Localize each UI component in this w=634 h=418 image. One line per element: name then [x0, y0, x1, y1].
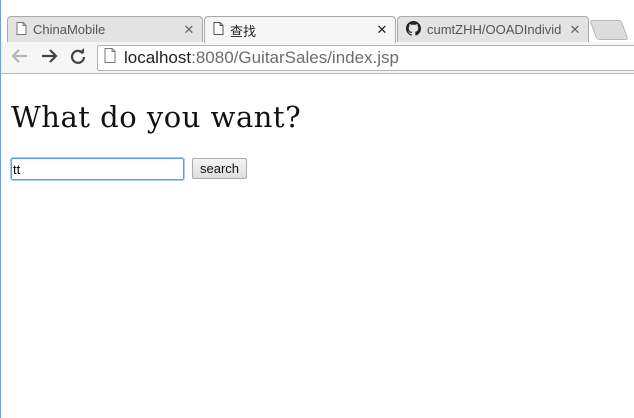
browser-toolbar: localhost:8080/GuitarSales/index.jsp: [1, 42, 634, 74]
tab-search[interactable]: 查找 ✕: [204, 16, 396, 43]
back-button[interactable]: [9, 47, 31, 69]
close-icon[interactable]: ✕: [568, 22, 582, 37]
url-path: :8080/GuitarSales/index.jsp: [191, 48, 400, 67]
page-icon: [213, 22, 224, 38]
tab-label: 查找: [230, 23, 257, 39]
tab-chinamobile[interactable]: ChinaMobile ✕: [7, 16, 203, 42]
forward-button[interactable]: [38, 47, 60, 69]
back-arrow-icon: [11, 48, 29, 69]
search-button[interactable]: search: [192, 158, 248, 179]
close-icon[interactable]: ✕: [182, 22, 196, 37]
tab-label: cumtZHH/OOADIndivid: [427, 22, 562, 37]
search-input[interactable]: [10, 157, 185, 181]
page-icon: [104, 48, 116, 68]
forward-arrow-icon: [40, 48, 58, 69]
page-icon: [16, 21, 27, 38]
page-title: What do you want?: [11, 100, 302, 134]
browser-window: ChinaMobile ✕ 查找 ✕ cumtZHH/OOADIndivid ✕: [0, 0, 634, 418]
tab-strip: ChinaMobile ✕ 查找 ✕ cumtZHH/OOADIndivid ✕: [1, 0, 634, 43]
tab-label: ChinaMobile: [33, 22, 106, 37]
url-text: localhost:8080/GuitarSales/index.jsp: [124, 48, 399, 68]
tab-github[interactable]: cumtZHH/OOADIndivid ✕: [397, 16, 589, 42]
url-host: localhost: [124, 48, 192, 67]
reload-button[interactable]: [67, 47, 89, 69]
new-tab-button[interactable]: [589, 20, 629, 40]
address-bar[interactable]: localhost:8080/GuitarSales/index.jsp: [97, 45, 634, 71]
page-content: What do you want? search: [10, 74, 634, 418]
reload-icon: [70, 47, 86, 69]
github-icon: [406, 20, 421, 39]
close-icon[interactable]: ✕: [375, 23, 389, 37]
